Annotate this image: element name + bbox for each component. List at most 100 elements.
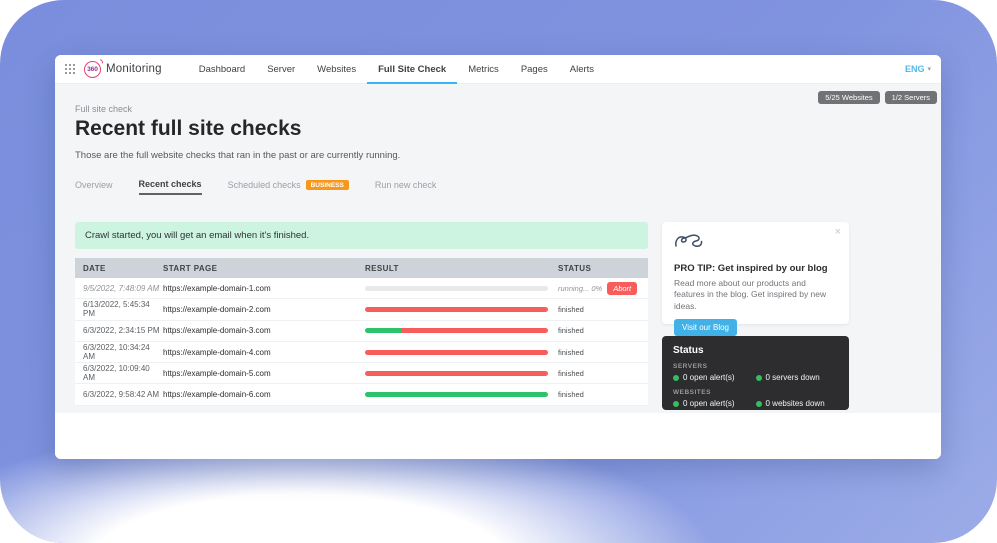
close-icon[interactable]: ×: [835, 226, 841, 238]
status-item: 0 servers down: [756, 373, 839, 382]
cell-start-page: https://example-domain-1.com: [163, 284, 365, 293]
green-dot-icon: [673, 401, 679, 407]
cell-date: 6/3/2022, 10:34:24 AM: [75, 343, 163, 361]
nav-item-metrics[interactable]: Metrics: [457, 55, 510, 84]
visit-blog-button[interactable]: Visit our Blog: [674, 319, 737, 336]
cell-status-wrap: finished: [558, 390, 648, 399]
pro-tip-body: Read more about our products and feature…: [674, 278, 837, 312]
page-title: Recent full site checks: [75, 117, 921, 141]
logo-360-icon: 360: [84, 61, 101, 78]
tab-scheduled-checks[interactable]: Scheduled checks BUSINESS: [228, 179, 349, 195]
green-dot-icon: [756, 375, 762, 381]
breadcrumb: Full site check: [75, 84, 921, 114]
checks-table: DATESTART PAGERESULTSTATUS 9/5/2022, 7:4…: [75, 258, 648, 406]
window-footer: [55, 413, 941, 459]
nav-item-websites[interactable]: Websites: [306, 55, 367, 84]
apps-grid-icon[interactable]: [65, 64, 75, 74]
progress-red-segment: [365, 350, 548, 355]
tab-label: Recent checks: [139, 179, 202, 189]
main-nav: DashboardServerWebsitesFull Site CheckMe…: [188, 55, 605, 84]
progress-bar: [365, 328, 548, 333]
summary-badge: 1/2 Servers: [885, 91, 937, 104]
cell-start-page: https://example-domain-5.com: [163, 369, 365, 378]
status-item: 0 open alert(s): [673, 399, 756, 408]
status-item-label: 0 open alert(s): [683, 373, 735, 382]
table-row: 6/3/2022, 9:58:42 AMhttps://example-doma…: [75, 384, 648, 405]
table-body: 9/5/2022, 7:48:09 AMhttps://example-doma…: [75, 278, 648, 406]
column-header: START PAGE: [163, 264, 365, 273]
tab-label: Overview: [75, 180, 113, 190]
progress-green-segment: [365, 392, 548, 397]
brand-logo[interactable]: 360 Monitoring: [84, 61, 162, 78]
cell-result: [365, 392, 558, 397]
marketing-canvas: 360 Monitoring DashboardServerWebsitesFu…: [0, 0, 997, 543]
tab-overview[interactable]: Overview: [75, 179, 113, 195]
status-item-label: 0 websites down: [766, 399, 825, 408]
tab-run-new-check[interactable]: Run new check: [375, 179, 437, 195]
status-text: finished: [558, 305, 584, 314]
cell-status-wrap: running... 0% Abort: [558, 282, 648, 295]
side-column: × PRO TIP: Get inspired by our blog Read…: [662, 222, 849, 410]
progress-bar: [365, 307, 548, 312]
status-panel: Status SERVERS 0 open alert(s) 0 servers d…: [662, 336, 849, 410]
content-columns: Crawl started, you will get an email whe…: [75, 222, 921, 410]
status-text: running... 0%: [558, 284, 602, 293]
success-banner: Crawl started, you will get an email whe…: [75, 222, 648, 249]
tab-recent-checks[interactable]: Recent checks: [139, 179, 202, 195]
summary-badges: 5/25 Websites1/2 Servers: [818, 91, 937, 104]
cell-start-page: https://example-domain-6.com: [163, 390, 365, 399]
progress-bar: [365, 392, 548, 397]
page-subtitle: Those are the full website checks that r…: [75, 150, 921, 161]
status-item-label: 0 open alert(s): [683, 399, 735, 408]
progress-red-segment: [402, 328, 548, 333]
table-row: 6/3/2022, 2:34:15 PMhttps://example-doma…: [75, 321, 648, 342]
nav-item-pages[interactable]: Pages: [510, 55, 559, 84]
cell-status-wrap: finished: [558, 305, 648, 314]
progress-bar: [365, 286, 548, 291]
doodle-hands-icon: [674, 232, 704, 252]
cell-status-wrap: finished: [558, 326, 648, 335]
status-row: 0 open alert(s) 0 websites down: [673, 399, 838, 408]
table-header-row: DATESTART PAGERESULTSTATUS: [75, 258, 648, 278]
cell-date: 6/3/2022, 9:58:42 AM: [75, 390, 163, 399]
business-badge: BUSINESS: [306, 180, 349, 190]
status-item: 0 websites down: [756, 399, 839, 408]
status-item: 0 open alert(s): [673, 373, 756, 382]
nav-item-full-site-check[interactable]: Full Site Check: [367, 55, 457, 84]
tab-bar: Overview Recent checks Scheduled checks BUS…: [75, 179, 921, 195]
column-header: DATE: [75, 264, 163, 273]
green-dot-icon: [756, 401, 762, 407]
column-header: RESULT: [365, 264, 558, 273]
abort-button[interactable]: Abort: [607, 282, 637, 295]
language-label: ENG: [905, 64, 925, 74]
brand-name: Monitoring: [106, 63, 162, 75]
progress-bar: [365, 371, 548, 376]
column-header: STATUS: [558, 264, 648, 273]
app-header: 360 Monitoring DashboardServerWebsitesFu…: [55, 55, 941, 84]
progress-bar: [365, 350, 548, 355]
cell-date: 9/5/2022, 7:48:09 AM: [75, 284, 163, 293]
cell-status-wrap: finished: [558, 348, 648, 357]
cell-result: [365, 371, 558, 376]
cell-date: 6/3/2022, 2:34:15 PM: [75, 326, 163, 335]
status-sections: SERVERS0 open alert(s)0 servers downWEBS…: [673, 363, 838, 408]
language-selector[interactable]: ENG ▾: [905, 64, 931, 74]
cell-result: [365, 286, 558, 291]
tab-label: Run new check: [375, 180, 437, 190]
nav-item-server[interactable]: Server: [256, 55, 306, 84]
progress-red-segment: [365, 371, 548, 376]
nav-item-alerts[interactable]: Alerts: [559, 55, 605, 84]
green-dot-icon: [673, 375, 679, 381]
cell-start-page: https://example-domain-3.com: [163, 326, 365, 335]
cell-result: [365, 350, 558, 355]
nav-item-dashboard[interactable]: Dashboard: [188, 55, 256, 84]
status-panel-title: Status: [673, 345, 838, 356]
table-row: 6/13/2022, 5:45:34 PMhttps://example-dom…: [75, 299, 648, 320]
cell-result: [365, 328, 558, 333]
cell-result: [365, 307, 558, 312]
tab-label: Scheduled checks: [228, 180, 301, 190]
table-row: 6/3/2022, 10:09:40 AMhttps://example-dom…: [75, 363, 648, 384]
cell-date: 6/3/2022, 10:09:40 AM: [75, 364, 163, 382]
status-text: finished: [558, 326, 584, 335]
status-section-label: SERVERS: [673, 363, 838, 370]
